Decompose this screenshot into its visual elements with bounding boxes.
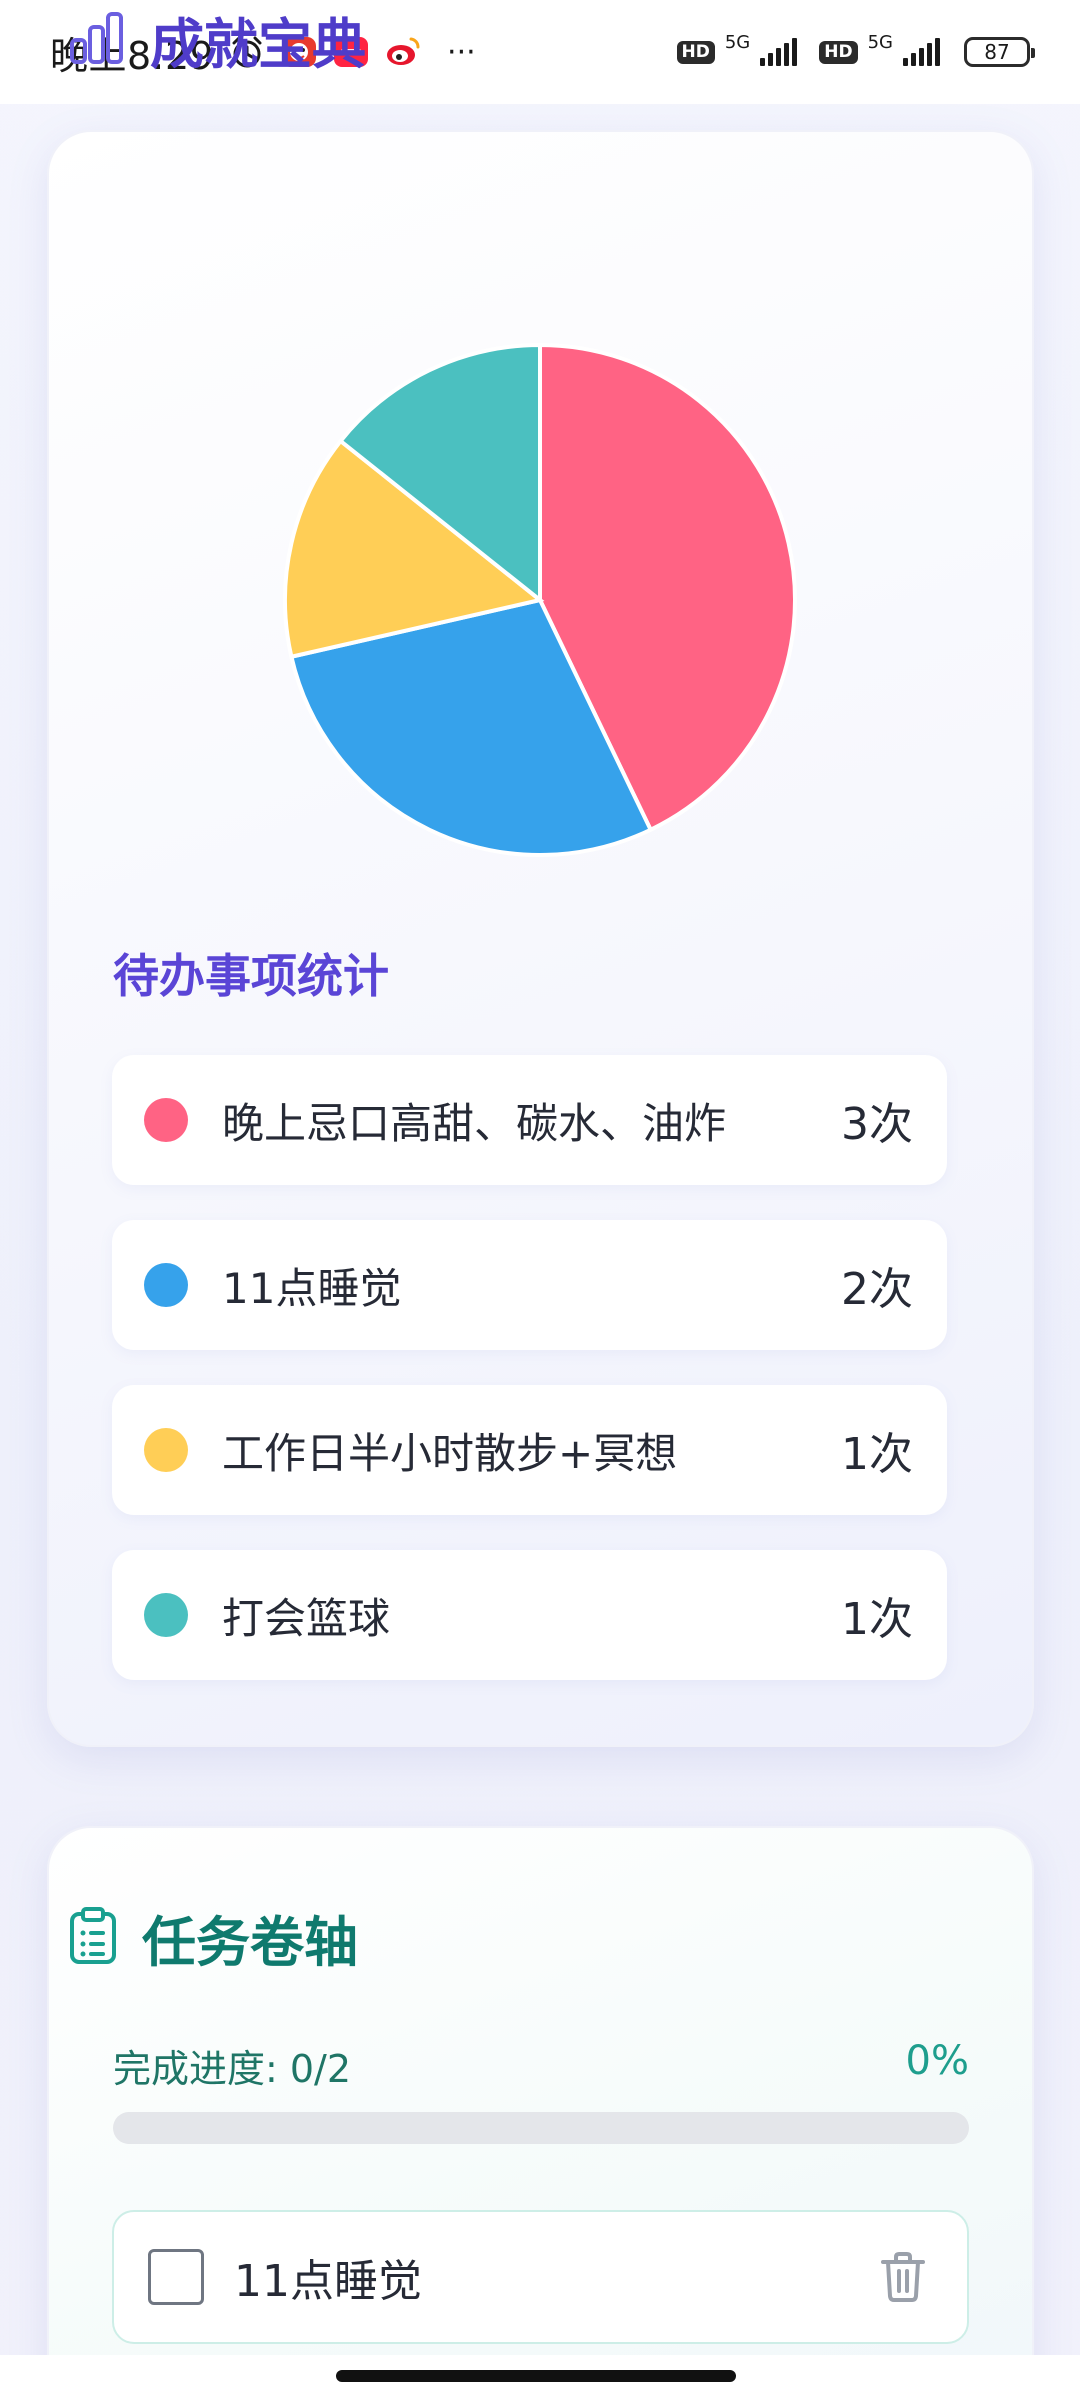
network-type-label: 5G — [867, 31, 893, 53]
home-indicator[interactable] — [336, 2370, 736, 2382]
stat-label: 工作日半小时散步+冥想 — [222, 1428, 678, 1478]
bar-chart-icon — [68, 10, 126, 70]
trash-icon[interactable] — [879, 2251, 927, 2303]
clipboard-list-icon — [68, 1906, 118, 1970]
legend-dot — [144, 1263, 188, 1307]
battery-indicator: 87 — [964, 37, 1035, 67]
progress-label: 完成进度: 0/2 — [113, 2047, 352, 2091]
legend-dot — [144, 1428, 188, 1472]
todo-stats-title: 待办事项统计 — [113, 949, 389, 1003]
stat-count: 2次 — [841, 1264, 913, 1315]
progress-percent: 0% — [905, 2038, 969, 2084]
task-label: 11点睡觉 — [234, 2256, 422, 2307]
task-title: 任务卷轴 — [142, 1911, 358, 1974]
legend-dot — [144, 1593, 188, 1637]
stat-item: 晚上忌口高甜、碳水、油炸 3次 — [112, 1055, 947, 1185]
achievement-title: 成就宝典 — [150, 13, 366, 76]
stat-label: 打会篮球 — [222, 1593, 391, 1643]
weibo-icon — [384, 33, 422, 71]
hd-badge: HD — [676, 40, 715, 64]
stat-item: 工作日半小时散步+冥想 1次 — [112, 1385, 947, 1515]
stat-count: 1次 — [841, 1594, 913, 1645]
stat-label: 晚上忌口高甜、碳水、油炸 — [222, 1098, 727, 1148]
achievement-pie-chart — [275, 335, 805, 865]
more-notifications-icon: ··· — [447, 34, 476, 70]
todo-stats-list: 晚上忌口高甜、碳水、油炸 3次 11点睡觉 2次 工作日半小时散步+冥想 1次 … — [112, 1055, 947, 1715]
task-header: 任务卷轴 — [68, 1898, 358, 1977]
stat-label: 11点睡觉 — [222, 1263, 402, 1313]
task-checkbox[interactable] — [148, 2249, 204, 2305]
stat-count: 1次 — [841, 1429, 913, 1480]
stat-item: 打会篮球 1次 — [112, 1550, 947, 1680]
hd-badge: HD — [819, 40, 858, 64]
stat-item: 11点睡觉 2次 — [112, 1220, 947, 1350]
battery-level: 87 — [984, 40, 1010, 64]
pie-chart-svg — [283, 342, 797, 857]
signal-strength-icon — [903, 38, 940, 66]
signal-strength-icon — [760, 38, 798, 66]
progress-bar — [113, 2112, 969, 2144]
stat-count: 3次 — [841, 1099, 913, 1150]
task-item: 11点睡觉 — [112, 2210, 969, 2344]
achievement-header: 成就宝典 — [68, 0, 366, 79]
network-type-label: 5G — [724, 31, 751, 53]
legend-dot — [144, 1098, 188, 1142]
